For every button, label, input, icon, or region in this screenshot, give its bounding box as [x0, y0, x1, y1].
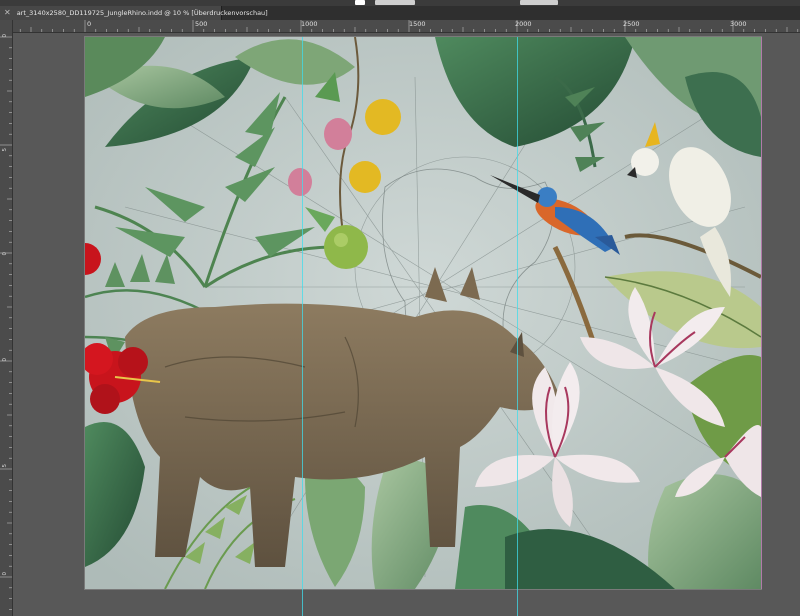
column-guide[interactable] — [517, 37, 518, 616]
vruler-label-4: 0 — [2, 358, 8, 362]
vruler-label-2: 5 — [2, 148, 8, 152]
ruler-label-2500: 2500 — [623, 20, 640, 28]
ruler-label-3000: 3000 — [730, 20, 747, 28]
ruler-label-2000: 2000 — [515, 20, 532, 28]
document-tab[interactable]: ✕ art_3140x2580_DD119725_JungleRhino.ind… — [0, 6, 268, 20]
ruler-label-1500: 1500 — [409, 20, 426, 28]
stroke-weight-field[interactable] — [375, 0, 415, 5]
artwork-page[interactable] — [85, 37, 761, 589]
vruler-label-1: 0 — [2, 34, 8, 38]
column-guide[interactable] — [302, 37, 303, 616]
vertical-ruler-ticks — [0, 36, 12, 610]
vruler-label-3: 0 — [2, 252, 8, 256]
document-tab-bar: ✕ art_3140x2580_DD119725_JungleRhino.ind… — [0, 6, 800, 21]
vertical-ruler[interactable]: 0 5 0 0 5 0 — [0, 20, 13, 616]
stroke-swatch[interactable] — [355, 0, 365, 5]
opacity-field[interactable] — [520, 0, 558, 5]
jungle-rhino-artwork — [85, 37, 761, 589]
horizontal-ruler-ticks — [19, 20, 799, 32]
document-tab-title: art_3140x2580_DD119725_JungleRhino.indd … — [16, 9, 268, 17]
vruler-label-5: 5 — [2, 464, 8, 468]
close-icon[interactable]: ✕ — [4, 6, 11, 20]
horizontal-ruler[interactable]: 0 500 1000 1500 2000 2500 3000 — [12, 20, 800, 33]
ruler-label-500: 500 — [195, 20, 208, 28]
ruler-label-0: 0 — [87, 20, 92, 28]
vruler-label-6: 0 — [2, 572, 8, 576]
page-margin-line — [761, 37, 762, 589]
ruler-label-1000: 1000 — [301, 20, 318, 28]
